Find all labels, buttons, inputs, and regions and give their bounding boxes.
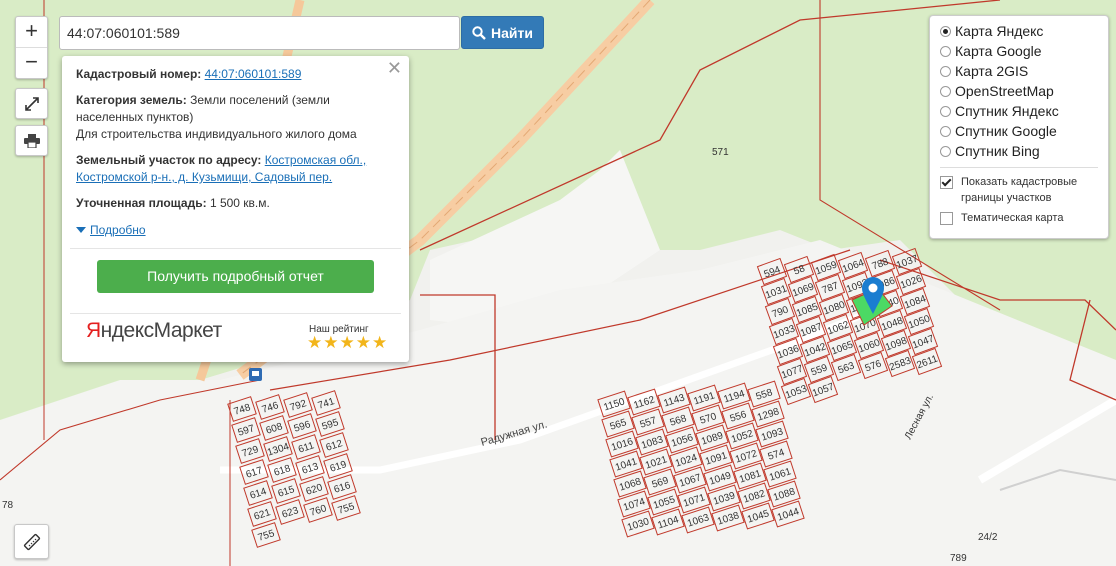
corner-label-2: 24/2 xyxy=(978,532,998,543)
category-row: Категория земель: Земли поселений (земли… xyxy=(76,92,395,143)
area-row: Уточненная площадь: 1 500 кв.м. xyxy=(76,195,395,212)
layer-option-label: OpenStreetMap xyxy=(955,83,1054,99)
thematic-checkbox[interactable] xyxy=(940,212,953,225)
usage-value: Для строительства индивидуального жилого… xyxy=(76,127,357,141)
thematic-option[interactable]: Тематическая карта xyxy=(940,210,1108,226)
show-borders-option[interactable]: Показать кадастровые границы участков xyxy=(940,174,1108,206)
divider xyxy=(940,167,1098,168)
layer-radio[interactable] xyxy=(940,85,951,97)
print-button[interactable] xyxy=(15,125,48,156)
details-link[interactable]: Подробно xyxy=(76,222,146,239)
corner-label: 789 xyxy=(950,553,967,564)
details-link-label: Подробно xyxy=(90,222,146,237)
zoom-control: + − xyxy=(15,16,48,79)
layer-radio[interactable] xyxy=(940,125,951,137)
layer-option[interactable]: OpenStreetMap xyxy=(940,81,1108,101)
address-row: Земельный участок по адресу: Костромская… xyxy=(76,152,395,186)
ruler-button[interactable] xyxy=(14,524,49,559)
close-icon[interactable]: ✕ xyxy=(387,59,402,77)
show-borders-label: Показать кадастровые границы участков xyxy=(961,176,1078,204)
layer-radio[interactable] xyxy=(940,105,951,117)
layer-radio[interactable] xyxy=(940,45,951,57)
layer-radio[interactable] xyxy=(940,25,951,37)
zoom-out-button[interactable]: − xyxy=(16,47,47,78)
layer-option[interactable]: Карта Яндекс xyxy=(940,21,1108,41)
divider xyxy=(70,313,401,314)
area-label: 571 xyxy=(712,147,729,158)
search-button-label: Найти xyxy=(491,24,533,41)
category-label: Категория земель: xyxy=(76,93,187,107)
cadastral-row: Кадастровый номер: 44:07:060101:589 xyxy=(76,66,395,83)
rating-stars: ★★★★★ xyxy=(307,333,389,352)
plot-info-popup: ✕ Кадастровый номер: 44:07:060101:589 Ка… xyxy=(62,56,409,362)
yandex-market-logo[interactable]: ЯндексМаркет xyxy=(86,319,223,342)
area-label: Уточненная площадь: xyxy=(76,196,207,210)
fullscreen-button[interactable] xyxy=(15,88,48,119)
show-borders-checkbox[interactable] xyxy=(940,176,953,189)
layer-option[interactable]: Спутник Яндекс xyxy=(940,101,1108,121)
layer-option-label: Спутник Google xyxy=(955,123,1057,139)
cadastral-label: Кадастровый номер: xyxy=(76,67,202,81)
logo-part-1: Я xyxy=(86,319,101,342)
layer-switcher: Карта Яндекс Карта Google Карта 2GIS OpenSt… xyxy=(929,15,1109,239)
layer-options: Карта Яндекс Карта Google Карта 2GIS OpenSt… xyxy=(940,21,1108,161)
layer-option[interactable]: Карта 2GIS xyxy=(940,61,1108,81)
layer-option-label: Карта Яндекс xyxy=(955,23,1044,39)
get-report-button[interactable]: Получить подробный отчет xyxy=(97,260,374,293)
bus-stop-icon xyxy=(249,368,262,381)
search-icon xyxy=(472,25,486,40)
logo-part-3: Маркет xyxy=(153,319,223,342)
layer-option[interactable]: Спутник Bing xyxy=(940,141,1108,161)
layer-option-label: Карта 2GIS xyxy=(955,63,1029,79)
cadastral-link[interactable]: 44:07:060101:589 xyxy=(205,67,302,81)
divider xyxy=(70,248,401,249)
layer-radio[interactable] xyxy=(940,145,951,157)
expand-icon xyxy=(24,96,39,111)
cadastral-search-input[interactable] xyxy=(59,16,460,50)
address-label: Земельный участок по адресу: xyxy=(76,153,262,167)
layer-option[interactable]: Спутник Google xyxy=(940,121,1108,141)
more-row: Подробно xyxy=(76,221,395,239)
ruler-icon xyxy=(23,533,40,550)
zoom-in-button[interactable]: + xyxy=(16,17,47,47)
layer-option-label: Спутник Яндекс xyxy=(955,103,1059,119)
layer-radio[interactable] xyxy=(940,65,951,77)
thematic-label: Тематическая карта xyxy=(961,212,1064,224)
logo-part-2: ндекс xyxy=(100,319,154,342)
layer-option[interactable]: Карта Google xyxy=(940,41,1108,61)
layer-option-label: Карта Google xyxy=(955,43,1042,59)
layer-option-label: Спутник Bing xyxy=(955,143,1040,159)
search-button[interactable]: Найти xyxy=(461,16,544,49)
caret-down-icon xyxy=(76,227,86,233)
area-value: 1 500 кв.м. xyxy=(209,196,270,210)
edge-label: 78 xyxy=(2,500,14,511)
printer-icon xyxy=(23,133,40,148)
